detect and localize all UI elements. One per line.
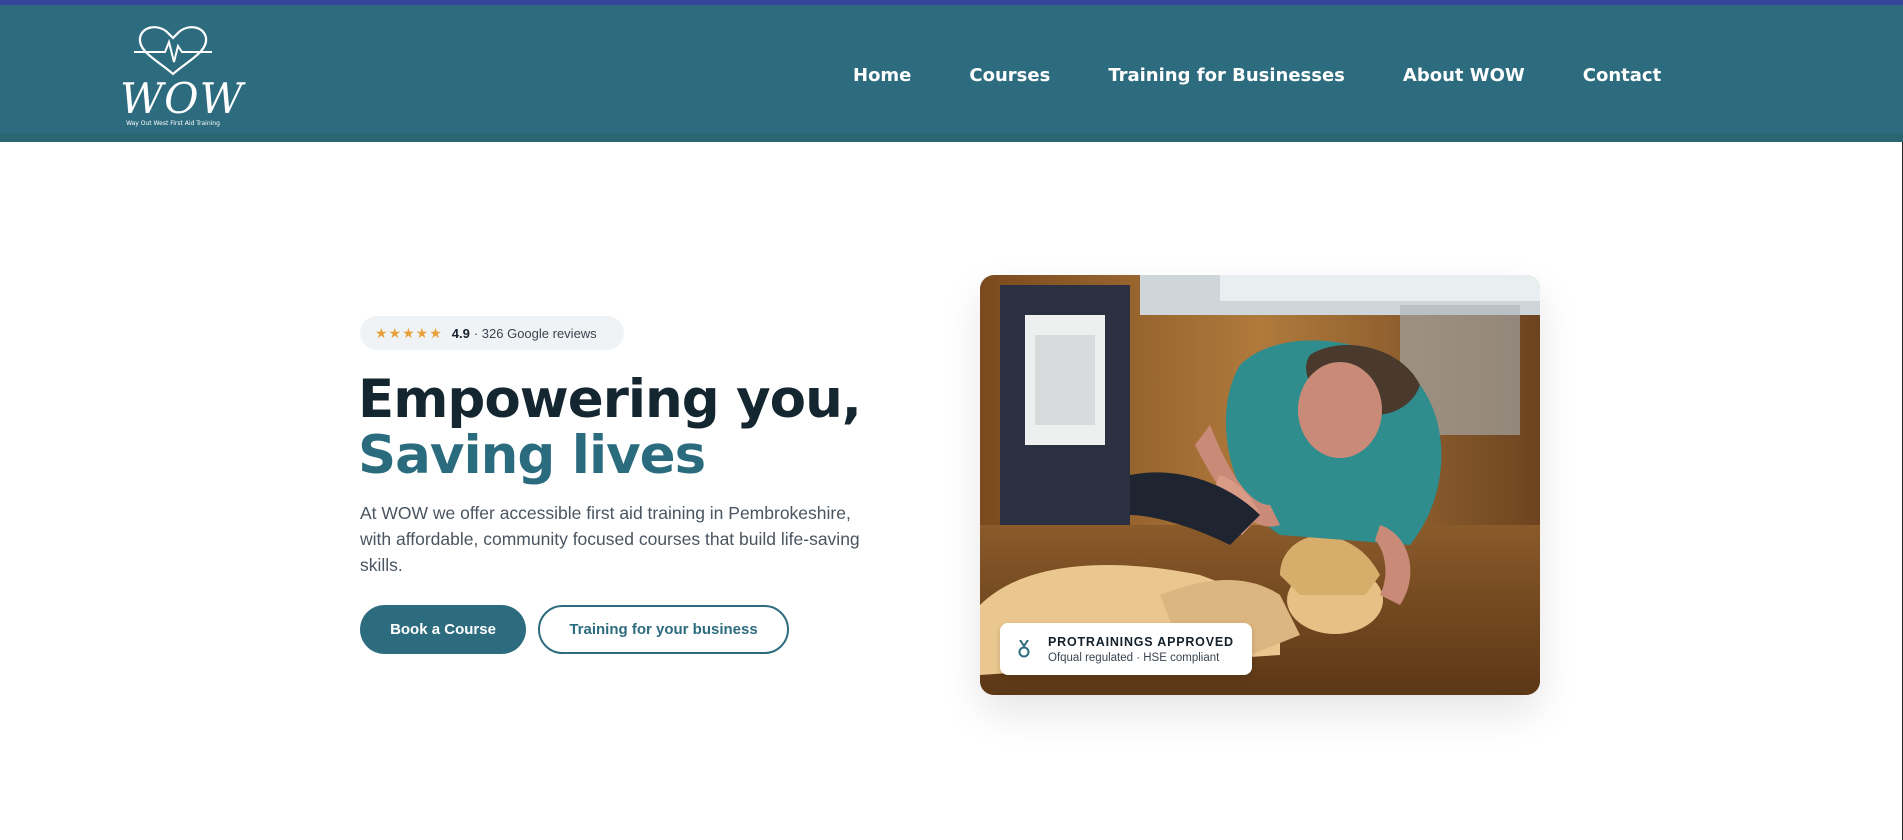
heart-pulse-icon — [134, 26, 212, 76]
badge-subtitle: Ofqual regulated · HSE compliant — [1048, 651, 1220, 664]
headline-line-2: Saving lives — [358, 425, 706, 486]
nav-courses[interactable]: Courses — [969, 65, 1050, 86]
rating-score: 4.9 — [451, 325, 470, 341]
star-rating-icon: ★★★★★ — [375, 324, 443, 341]
nav-home[interactable]: Home — [853, 65, 911, 86]
rating-badge: ★★★★★ 4.9 · 326 Google reviews — [360, 316, 624, 350]
medal-icon — [1000, 640, 1048, 658]
book-course-button[interactable]: Book a Course — [360, 605, 526, 654]
headline-line-1: Empowering you, — [358, 369, 862, 430]
logo-tagline: Way Out West First Aid Training — [126, 120, 220, 127]
logo-wordmark: WOW — [120, 74, 244, 123]
header-divider — [0, 134, 1903, 142]
business-training-button[interactable]: Training for your business — [538, 605, 789, 654]
hero-intro-text: At WOW we offer accessible first aid tra… — [360, 503, 860, 575]
nav-about-wow[interactable]: About WOW — [1403, 65, 1525, 86]
site-header: WOW Way Out West First Aid Training Home… — [0, 5, 1903, 142]
hero-photo: PROTRAININGS APPROVED Ofqual regulated ·… — [980, 275, 1540, 695]
badge-title: PROTRAININGS APPROVED — [1048, 634, 1234, 649]
nav-contact[interactable]: Contact — [1583, 65, 1661, 86]
main-nav: Home Courses Training for Businesses Abo… — [853, 65, 1661, 86]
hero-headline: Empowering you, Saving lives — [358, 369, 862, 486]
site-logo[interactable]: WOW Way Out West First Aid Training — [120, 22, 244, 130]
nav-training-for-businesses[interactable]: Training for Businesses — [1108, 65, 1345, 86]
rating-reviews: · 326 Google reviews — [473, 325, 597, 341]
approval-badge: PROTRAININGS APPROVED Ofqual regulated ·… — [1000, 623, 1252, 675]
